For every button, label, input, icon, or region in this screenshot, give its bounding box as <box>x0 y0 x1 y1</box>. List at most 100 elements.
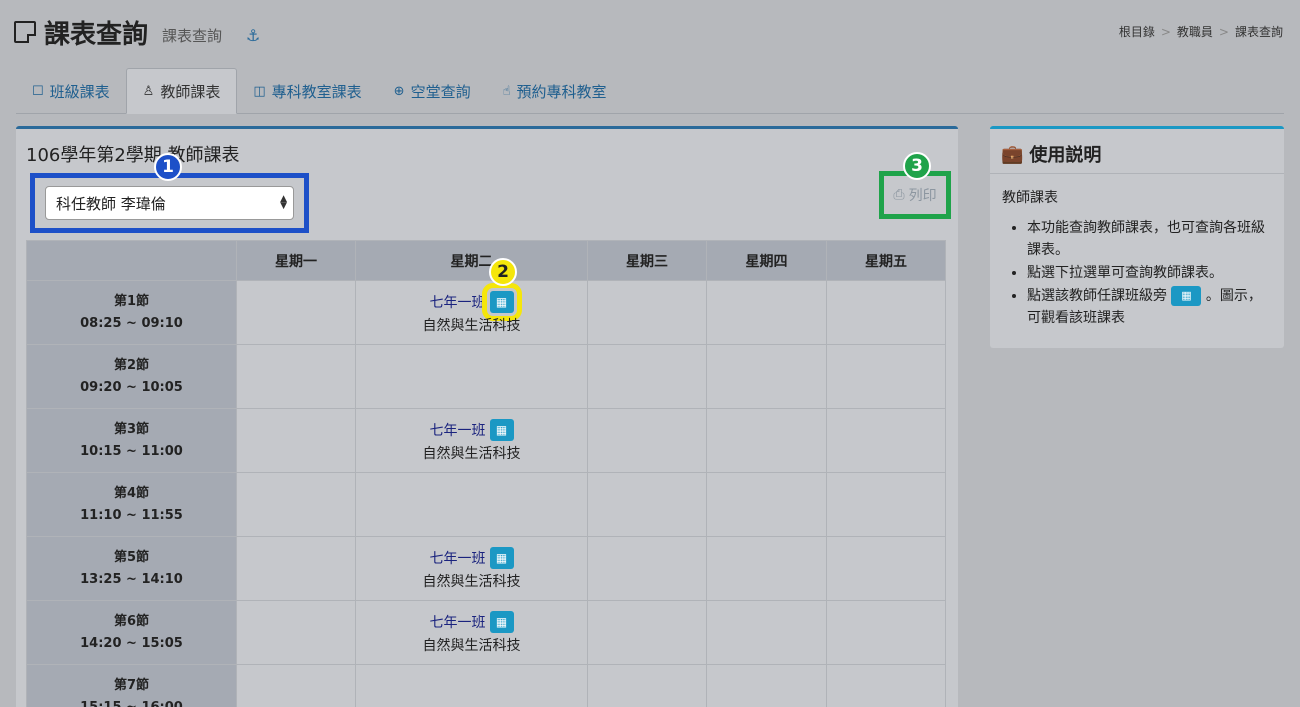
print-label: 列印 <box>908 188 937 204</box>
timetable-cell <box>826 408 946 473</box>
day-header: 星期一 <box>236 240 356 281</box>
breadcrumb-root[interactable]: 根目錄 <box>1119 23 1155 40</box>
step-badge-3: 3 <box>903 152 931 180</box>
period-name: 第1節 <box>113 293 150 309</box>
briefcase-icon: 💼 <box>1001 143 1024 165</box>
columns-icon: ◫ <box>253 83 266 99</box>
corner-header <box>26 240 237 281</box>
timetable-cell <box>826 280 946 345</box>
period-cell: 第7節 15:15 ~ 16:00 <box>26 664 237 707</box>
period-name: 第3節 <box>113 421 150 437</box>
subject-label: 自然與生活科技 <box>422 637 521 654</box>
timetable-cell <box>706 664 827 707</box>
timetable-cell <box>587 536 707 601</box>
breadcrumb-separator: > <box>1160 24 1171 39</box>
anchor-icon[interactable]: ⚓ <box>246 26 260 45</box>
tab-teacher-timetable[interactable]: ♙ 教師課表 <box>125 68 238 114</box>
period-name: 第6節 <box>113 613 150 629</box>
list-item: 本功能查詢教師課表，也可查詢各班級課表。 <box>1027 217 1267 261</box>
timetable-cell <box>587 408 707 473</box>
calendar-icon[interactable]: ▦ <box>481 282 522 321</box>
table-row: 第2節 09:20 ~ 10:05 <box>26 344 946 409</box>
updown-arrow-icon: ▲ ▼ <box>280 194 287 211</box>
timetable-cell <box>236 536 356 601</box>
class-link[interactable]: 七年一班 <box>430 612 486 632</box>
timetable-cell <box>706 472 827 537</box>
printer-icon: ⎙ <box>893 187 905 203</box>
period-time: 13:25 ~ 14:10 <box>80 571 183 587</box>
period-time: 15:15 ~ 16:00 <box>80 699 183 707</box>
timetable-cell <box>706 536 827 601</box>
panel-title: 106學年第2學期 教師課表 <box>26 145 240 166</box>
tab-label: 預約專科教室 <box>516 82 607 101</box>
period-cell: 第4節 11:10 ~ 11:55 <box>26 472 237 537</box>
table-row: 第4節 11:10 ~ 11:55 <box>26 472 946 537</box>
timetable-cell <box>826 344 946 409</box>
calendar-icon[interactable]: ▦ <box>489 418 514 441</box>
calendar-icon[interactable]: ▦ <box>489 546 514 569</box>
period-cell: 第3節 10:15 ~ 11:00 <box>26 408 237 473</box>
timetable-cell <box>355 664 588 707</box>
day-header: 星期四 <box>706 240 827 281</box>
period-time: 10:15 ~ 11:00 <box>80 443 183 459</box>
help-text: 點選該教師任課班級旁 <box>1027 288 1167 304</box>
tab-label: 班級課表 <box>49 82 110 101</box>
step-badge-2: 2 <box>489 258 517 286</box>
help-title: 💼 使用説明 <box>1001 141 1101 167</box>
breadcrumb-staff[interactable]: 教職員 <box>1177 23 1213 40</box>
period-time: 08:25 ~ 09:10 <box>80 315 183 331</box>
day-header: 星期二 <box>355 240 588 281</box>
timetable-cell <box>236 280 356 345</box>
tab-label: 教師課表 <box>160 82 221 101</box>
timetable-cell <box>706 408 827 473</box>
breadcrumb-separator: > <box>1218 24 1229 39</box>
timetable-cell <box>587 472 707 537</box>
tab-class-timetable[interactable]: ☐ 班級課表 <box>16 68 126 114</box>
class-link[interactable]: 七年一班 <box>430 292 486 312</box>
tab-label: 專科教室課表 <box>271 82 362 101</box>
breadcrumb: 根目錄 > 教職員 > 課表查詢 <box>1119 23 1283 40</box>
timetable-cell: 七年一班 ▦ 自然與生活科技 <box>355 536 588 601</box>
tab-free-period[interactable]: ⊕ 空堂查詢 <box>378 68 487 114</box>
help-panel: 💼 使用説明 教師課表 本功能查詢教師課表，也可查詢各班級課表。 點選下拉選單可… <box>990 126 1284 348</box>
page-subtitle: 課表查詢 <box>162 26 223 45</box>
subject-label: 自然與生活科技 <box>422 317 521 334</box>
square-icon: ☐ <box>32 83 44 99</box>
list-item: 點選下拉選單可查詢教師課表。 <box>1027 262 1267 284</box>
timetable-cell <box>706 280 827 345</box>
timetable-cell <box>587 344 707 409</box>
calendar-icon[interactable]: ▦ <box>489 610 514 633</box>
hand-icon: ☝ <box>502 83 511 99</box>
table-row: 第7節 15:15 ~ 16:00 <box>26 664 946 707</box>
page-header: 課表查詢 課表查詢 ⚓ <box>14 12 260 52</box>
timetable-cell <box>587 280 707 345</box>
class-link[interactable]: 七年一班 <box>430 548 486 568</box>
teacher-select-highlight: 科任教師 李瑋倫 ▲ ▼ <box>30 173 309 233</box>
divider <box>990 173 1284 174</box>
tab-reserve-classroom[interactable]: ☝ 預約專科教室 <box>487 68 623 114</box>
period-cell: 第2節 09:20 ~ 10:05 <box>26 344 237 409</box>
day-header: 星期五 <box>826 240 946 281</box>
breadcrumb-current: 課表查詢 <box>1234 25 1283 39</box>
timetable-cell <box>706 600 827 665</box>
timetable-cell <box>587 600 707 665</box>
step-badge-1: 1 <box>154 153 182 181</box>
tab-bar: ☐ 班級課表 ♙ 教師課表 ◫ 專科教室課表 ⊕ 空堂查詢 ☝ 預約專科教室 <box>16 68 1284 114</box>
tab-special-classroom[interactable]: ◫ 專科教室課表 <box>237 68 377 114</box>
class-link[interactable]: 七年一班 <box>430 420 486 440</box>
timetable-cell <box>706 344 827 409</box>
timetable-cell <box>355 344 588 409</box>
table-row: 第5節 13:25 ~ 14:10 七年一班 ▦ 自然與生活科技 <box>26 536 946 601</box>
teacher-select[interactable]: 科任教師 李瑋倫 ▲ ▼ <box>45 186 294 220</box>
help-subtitle: 教師課表 <box>1002 190 1058 206</box>
timetable-cell <box>355 472 588 537</box>
timetable-cell <box>826 600 946 665</box>
period-time: 09:20 ~ 10:05 <box>80 379 183 395</box>
timetable-cell <box>826 664 946 707</box>
note-icon <box>14 21 36 43</box>
table-row: 第6節 14:20 ~ 15:05 七年一班 ▦ 自然與生活科技 <box>26 600 946 665</box>
timetable-cell <box>236 344 356 409</box>
timetable-cell: 七年一班 ▦ 自然與生活科技 <box>355 280 588 345</box>
day-header: 星期三 <box>587 240 707 281</box>
timetable-cell <box>826 536 946 601</box>
